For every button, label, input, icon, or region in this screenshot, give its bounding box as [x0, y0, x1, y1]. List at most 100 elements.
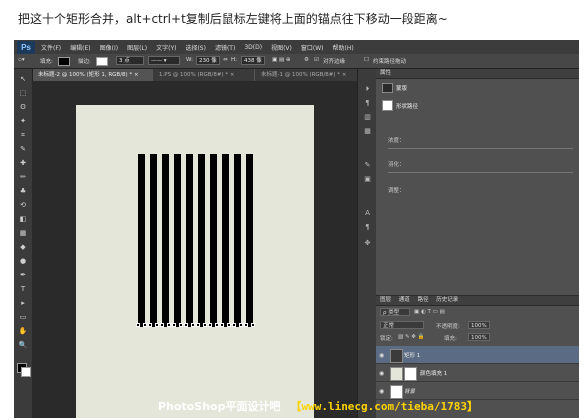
zoom-icon[interactable]: 🔍 — [18, 341, 28, 349]
menu-image[interactable]: 图像(I) — [100, 43, 118, 52]
anchor-point[interactable] — [232, 323, 236, 327]
rectangle-shape[interactable] — [234, 154, 241, 327]
rectangle-shape[interactable] — [210, 154, 217, 327]
brush-icon[interactable]: ✏ — [18, 173, 28, 181]
lock-icons[interactable]: ▧ ✎ ✥ 🔒 — [398, 334, 425, 340]
feather-slider[interactable] — [388, 172, 573, 173]
layer-comp-icon[interactable]: ▥ — [363, 113, 372, 121]
layer-kind-select[interactable]: ρ 类型 — [380, 308, 410, 316]
close-icon[interactable]: × — [230, 72, 235, 78]
eraser-icon[interactable]: ◧ — [18, 215, 28, 223]
menu-edit[interactable]: 编辑(E) — [70, 43, 90, 52]
anchor-point[interactable] — [160, 323, 164, 327]
fill-swatch[interactable] — [58, 57, 70, 66]
anchor-point[interactable] — [220, 323, 224, 327]
brush-panel-icon[interactable]: ✎ — [363, 161, 372, 169]
anchor-point[interactable] — [155, 323, 159, 327]
rectangle-shape[interactable] — [246, 154, 253, 327]
rectangle-shape[interactable] — [150, 154, 157, 327]
tab-paths[interactable]: 路径 — [418, 297, 429, 303]
type-icon[interactable]: T — [18, 285, 28, 293]
opacity-field[interactable]: 100% — [468, 321, 490, 329]
path-ops-icon[interactable]: ▣ ▤ ⊕ — [272, 57, 291, 63]
anchor-point[interactable] — [191, 323, 195, 327]
eye-icon[interactable]: ◉ — [379, 370, 384, 377]
anchor-point[interactable] — [179, 323, 183, 327]
link-icon[interactable]: ⇔ — [223, 57, 228, 63]
clone-source-icon[interactable]: ▣ — [363, 175, 372, 183]
quick-select-icon[interactable]: ✦ — [18, 117, 28, 125]
tools-panel-icon[interactable]: ✥ — [363, 239, 372, 247]
anchor-point[interactable] — [143, 323, 147, 327]
anchor-point[interactable] — [251, 323, 255, 327]
close-icon[interactable]: × — [134, 72, 139, 78]
eye-icon[interactable]: ◉ — [379, 352, 384, 359]
layer-filter-icons[interactable]: ▣ ◐ T ▭ ▤ — [414, 309, 445, 315]
height-field[interactable]: 438 像 — [241, 56, 265, 65]
rectangle-shape[interactable] — [162, 154, 169, 327]
rectangle-shape[interactable] — [174, 154, 181, 327]
paragraph-icon[interactable]: ¶ — [363, 99, 372, 107]
history-icon[interactable]: ⏵ — [363, 85, 372, 93]
vector-mask-icon[interactable] — [382, 100, 393, 111]
lasso-icon[interactable]: ʘ — [18, 103, 28, 111]
shape-icon[interactable]: ▭ — [18, 313, 28, 321]
dodge-icon[interactable]: ● — [18, 257, 28, 265]
swatches-icon[interactable]: ▦ — [363, 127, 372, 135]
anchor-point[interactable] — [172, 323, 176, 327]
history-brush-icon[interactable]: ⟲ — [18, 201, 28, 209]
anchor-point[interactable] — [136, 323, 140, 327]
pen-icon[interactable]: ✒ — [18, 271, 28, 279]
anchor-point[interactable] — [215, 323, 219, 327]
menu-window[interactable]: 窗口(W) — [301, 43, 324, 52]
mask-icon[interactable] — [382, 83, 393, 93]
anchor-point[interactable] — [208, 323, 212, 327]
menu-view[interactable]: 视图(V) — [271, 43, 292, 52]
move-icon[interactable]: ↖ — [18, 75, 28, 83]
path-select-icon[interactable]: ▸ — [18, 299, 28, 307]
eyedropper-icon[interactable]: ✎ — [18, 145, 28, 153]
menu-file[interactable]: 文件(F) — [41, 43, 61, 52]
anchor-point[interactable] — [244, 323, 248, 327]
tab-layers[interactable]: 图层 — [380, 297, 391, 303]
stroke-size-field[interactable]: 3 点 — [116, 56, 144, 65]
stamp-icon[interactable]: ♣ — [18, 187, 28, 195]
rectangle-shape[interactable] — [138, 154, 145, 327]
tab-history[interactable]: 历史记录 — [436, 297, 458, 303]
hand-icon[interactable]: ✋ — [18, 327, 28, 335]
rectangle-shape[interactable] — [222, 154, 229, 327]
constrain-checkbox[interactable]: ☐ — [364, 57, 369, 63]
menu-type[interactable]: 文字(Y) — [156, 43, 176, 52]
layer-row-shape[interactable]: ◉ 矩形 1 — [376, 346, 579, 364]
canvas-area[interactable] — [32, 81, 357, 418]
gradient-icon[interactable]: ▦ — [18, 229, 28, 237]
anchor-point[interactable] — [167, 323, 171, 327]
menu-layer[interactable]: 图层(L) — [127, 43, 147, 52]
fill-field[interactable]: 100% — [468, 333, 490, 341]
menu-3d[interactable]: 3D(D) — [244, 44, 262, 51]
anchor-point[interactable] — [227, 323, 231, 327]
close-icon[interactable]: × — [342, 72, 347, 78]
menu-filter[interactable]: 滤镜(T) — [215, 43, 235, 52]
paragraph-panel-icon[interactable]: ¶ — [363, 223, 372, 231]
menu-select[interactable]: 选择(S) — [185, 43, 206, 52]
eye-icon[interactable]: ◉ — [379, 388, 384, 395]
tool-preset-icon[interactable]: ⬦▾ — [18, 57, 25, 64]
density-slider[interactable] — [388, 148, 573, 149]
anchor-point[interactable] — [203, 323, 207, 327]
background-color[interactable] — [21, 367, 31, 377]
anchor-point[interactable] — [148, 323, 152, 327]
document-canvas[interactable] — [76, 105, 314, 418]
anchor-point[interactable] — [196, 323, 200, 327]
width-field[interactable]: 230 像 — [196, 56, 220, 65]
blur-icon[interactable]: ◆ — [18, 243, 28, 251]
menu-help[interactable]: 帮助(H) — [333, 43, 354, 52]
align-edges-checkbox[interactable]: ☑ — [314, 57, 319, 63]
blend-mode-select[interactable]: 正常 — [380, 321, 424, 329]
character-icon[interactable]: A — [363, 209, 372, 217]
tab-1-ps[interactable]: 1.PS @ 100% (RGB/8#) * × — [152, 69, 254, 81]
anchor-point[interactable] — [184, 323, 188, 327]
layer-row-color-fill[interactable]: ◉ 颜色填充 1 — [376, 364, 579, 382]
tab-untitled-2[interactable]: 未标题-2 @ 100% (矩形 1, RGB/8) * × — [32, 69, 152, 81]
rectangle-shape[interactable] — [198, 154, 205, 327]
